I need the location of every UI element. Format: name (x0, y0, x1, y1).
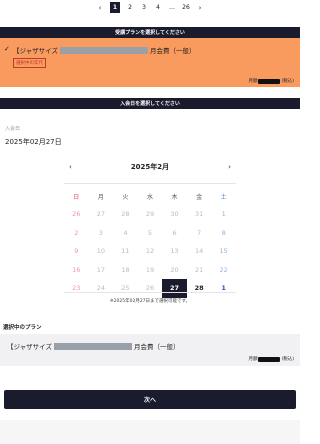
weekday-sat: 土 (220, 194, 227, 201)
calendar-day: 13 (170, 247, 179, 256)
weekday-fri: 金 (196, 194, 203, 201)
prev-page-button[interactable]: ‹ (96, 2, 104, 13)
calendar-day: 18 (121, 265, 130, 274)
calendar-day-available[interactable]: 1 (211, 279, 236, 298)
footer-area (0, 420, 300, 444)
calendar-day: 9 (74, 247, 79, 256)
calendar-month-label: 2025年2月 (130, 163, 170, 171)
calendar-day: 12 (145, 247, 155, 256)
redacted-price (258, 356, 281, 362)
calendar-day: 26 (145, 284, 155, 293)
weekday-thu: 木 (171, 194, 178, 201)
calendar-header: ‹ 2025年2月 › (65, 161, 235, 173)
calendar-day: 19 (145, 265, 155, 274)
calendar-day: 24 (96, 284, 105, 293)
weekday-sun: 日 (73, 194, 80, 201)
calendar-day: 6 (172, 228, 177, 237)
price-prefix: 月額 (248, 79, 258, 84)
join-date-label: 入会日 (5, 126, 21, 132)
page-1-button[interactable]: 1 (110, 2, 120, 13)
current-plan-title: 【ジャザサイズ 月会費（一般） (7, 341, 179, 351)
calendar-day: 8 (221, 228, 226, 237)
calendar-grid: 日 月 火 水 木 金 土 26 27 28 29 30 31 1 2 3 4 … (64, 188, 236, 298)
calendar-day: 2 (74, 228, 79, 237)
calendar-week: 16 17 18 19 20 21 22 (64, 261, 236, 280)
calendar-note: ※2025年02月27日まで選択可能です。 (109, 299, 191, 304)
current-plan-title-prefix: 【ジャザサイズ (7, 343, 52, 351)
next-button[interactable]: 次へ (4, 390, 296, 409)
plan-price: 月額 (税込) (248, 78, 294, 84)
weekday-tue: 火 (122, 194, 129, 201)
calendar-day: 11 (121, 247, 130, 256)
page-26-button[interactable]: 26 (182, 2, 190, 13)
calendar-week: 23 24 25 26 27 28 1 (64, 279, 236, 298)
calendar-week: 2 3 4 5 6 7 8 (64, 224, 236, 243)
next-button-label: 次へ (143, 397, 156, 404)
check-icon: ✓ (4, 45, 10, 53)
calendar-day: 4 (123, 228, 128, 237)
calendar-day: 25 (121, 284, 130, 293)
calendar-day-selected[interactable]: 27 (162, 279, 187, 298)
join-date-section-label: 入会日を選択してください (120, 101, 180, 107)
plan-title-suffix: 月会費（一般） (149, 47, 196, 55)
current-plan-title-suffix: 月会費（一般） (133, 343, 180, 351)
calendar-day: 27 (96, 210, 105, 219)
calendar-day: 14 (194, 247, 204, 256)
next-month-button[interactable]: › (224, 163, 235, 171)
weekday-wed: 水 (146, 194, 153, 201)
current-price-suffix: (税込) (281, 357, 294, 362)
redacted-price (258, 78, 281, 84)
weekday-mon: 月 (97, 194, 104, 201)
plan-badge: 選択中の年代 (13, 58, 46, 68)
weekday-row: 日 月 火 水 木 金 土 (64, 188, 236, 205)
calendar-day-available[interactable]: 28 (187, 279, 212, 298)
calendar-day: 31 (194, 210, 204, 219)
calendar-day: 21 (194, 265, 204, 274)
join-date-section-header: 入会日を選択してください (0, 98, 300, 109)
page-4-button[interactable]: 4 (154, 2, 162, 13)
calendar-day: 23 (72, 284, 81, 293)
redacted-text (59, 46, 148, 54)
calendar-day: 17 (96, 265, 105, 274)
plan-title: 【ジャザサイズ 月会費（一般） (13, 45, 195, 55)
page-2-button[interactable]: 2 (126, 2, 134, 13)
next-page-button[interactable]: › (196, 2, 204, 13)
redacted-text (53, 342, 132, 350)
calendar-day: 15 (219, 247, 228, 256)
calendar-divider-top (64, 183, 236, 184)
calendar-day: 5 (147, 228, 153, 237)
calendar-day: 29 (145, 210, 155, 219)
calendar-day: 3 (98, 228, 103, 237)
plan-section-header: 受講プランを選択してください (0, 27, 300, 38)
join-date-value[interactable]: 2025年02月27日 (5, 137, 62, 147)
calendar-day: 7 (197, 228, 202, 237)
plan-section-label: 受講プランを選択してください (115, 30, 185, 36)
page-ellipsis: … (169, 4, 175, 11)
calendar-day: 16 (72, 265, 81, 274)
prev-month-button[interactable]: ‹ (65, 163, 76, 171)
calendar-day: 10 (96, 247, 105, 256)
plan-title-prefix: 【ジャザサイズ (13, 47, 58, 55)
calendar-week: 9 10 11 12 13 14 15 (64, 242, 236, 261)
calendar-day: 1 (221, 210, 226, 219)
calendar-day: 28 (121, 210, 130, 219)
current-price-prefix: 月額 (248, 357, 258, 362)
calendar-day: 20 (170, 265, 179, 274)
current-plan-summary: 【ジャザサイズ 月会費（一般） 月額 (税込) (0, 334, 300, 366)
page-3-button[interactable]: 3 (140, 2, 148, 13)
calendar-day: 26 (72, 210, 81, 219)
current-plan-price: 月額 (税込) (248, 356, 294, 362)
current-plan-heading: 選択中のプラン (3, 325, 42, 331)
plan-option-selected[interactable]: ✓ 【ジャザサイズ 月会費（一般） 選択中の年代 月額 (税込) (0, 38, 300, 87)
price-suffix: (税込) (281, 79, 294, 84)
calendar-divider-bottom (64, 292, 236, 293)
calendar-day: 22 (219, 265, 228, 274)
pagination: ‹ 1 2 3 4 … 26 › (0, 0, 300, 15)
calendar-week: 26 27 28 29 30 31 1 (64, 205, 236, 224)
calendar-day: 30 (170, 210, 179, 219)
